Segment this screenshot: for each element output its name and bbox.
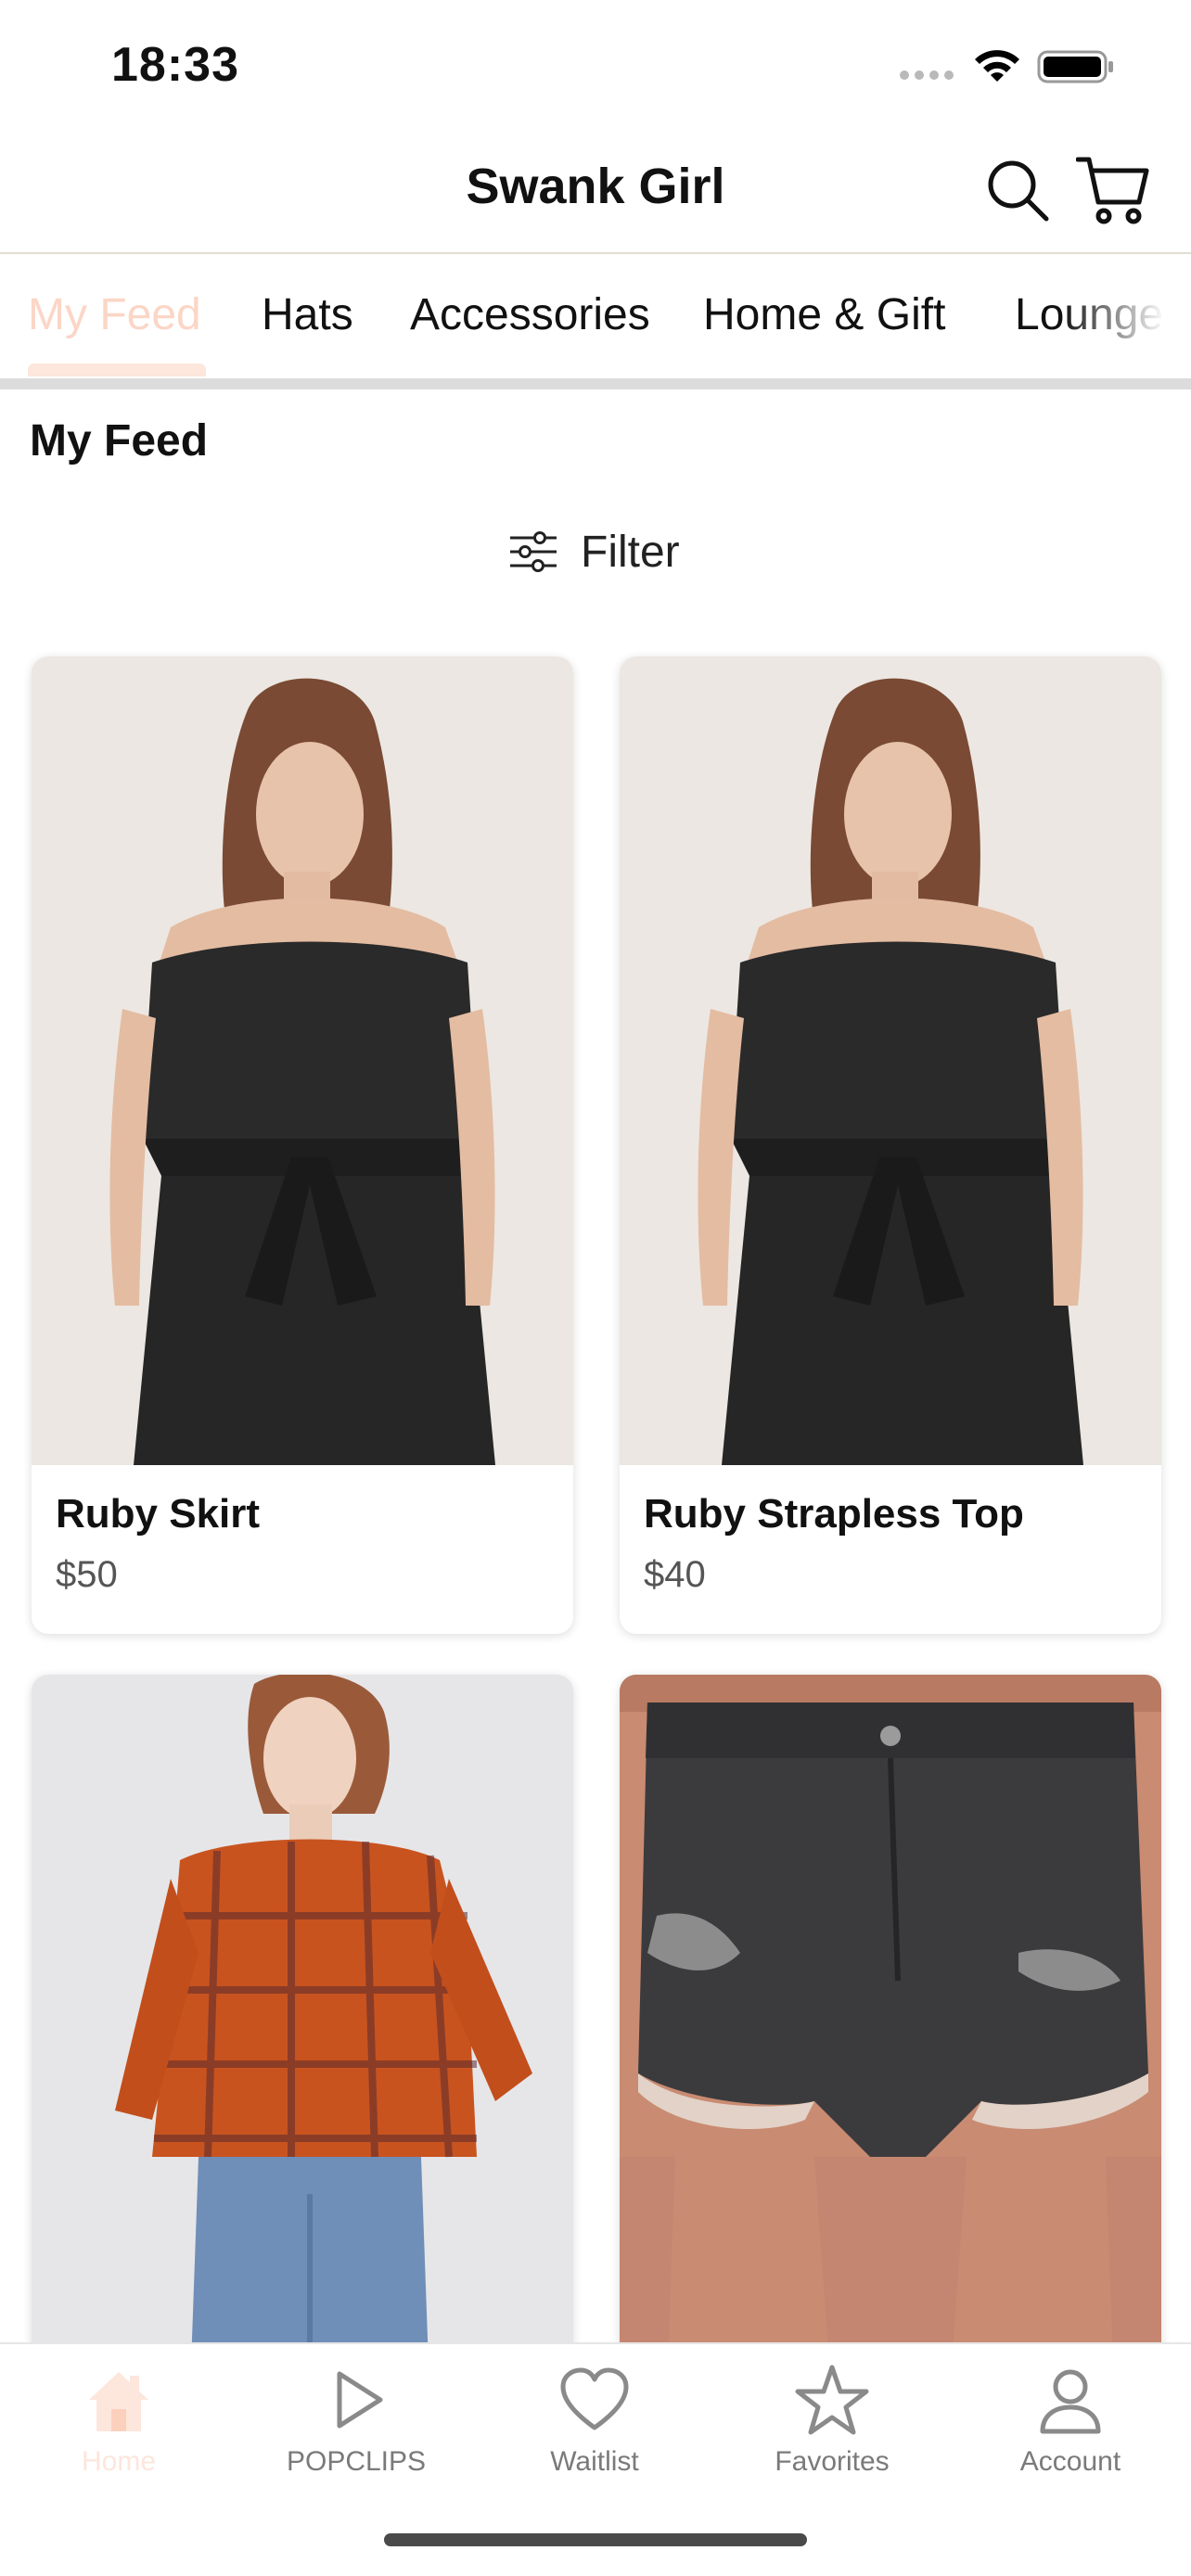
product-info: Ruby Strapless Top $40	[620, 1465, 1161, 1634]
product-card[interactable]: Ruby Strapless Top $40	[620, 657, 1161, 1634]
app-screen: 18:33 Swank Girl My Feed Hats Accessorie…	[0, 0, 1191, 2576]
section-title: My Feed	[30, 416, 209, 465]
product-info: Ruby Skirt $50	[32, 1465, 573, 1634]
status-bar: 18:33	[0, 0, 1191, 130]
category-tabs: My Feed Hats Accessories Home & Gift Lou…	[0, 254, 1191, 378]
battery-icon	[1037, 50, 1113, 83]
cart-icon[interactable]	[1076, 154, 1150, 226]
tab-hats[interactable]: Hats	[262, 289, 353, 340]
search-icon[interactable]	[985, 158, 1050, 223]
tab-accessories[interactable]: Accessories	[410, 289, 650, 340]
product-card[interactable]: Ruby Skirt $50	[32, 657, 573, 1634]
filter-button[interactable]: Filter	[508, 519, 680, 584]
tabbar-label: POPCLIPS	[286, 2446, 427, 2477]
product-card[interactable]	[32, 1675, 573, 2417]
play-icon	[337, 2371, 383, 2429]
sliders-icon	[510, 531, 557, 572]
tabbar-item-home[interactable]: Home	[0, 2363, 237, 2478]
cellular-signal-icon	[900, 70, 954, 80]
person-icon	[1040, 2369, 1101, 2434]
product-image	[32, 1675, 573, 2417]
active-tab-indicator	[28, 363, 206, 376]
star-icon	[795, 2365, 869, 2435]
product-image	[620, 657, 1161, 1465]
tabbar-label: Waitlist	[550, 2446, 639, 2477]
divider	[0, 378, 1191, 389]
tab-home-gift[interactable]: Home & Gift	[703, 289, 945, 340]
status-time: 18:33	[111, 38, 239, 92]
tabbar-item-popclips[interactable]: POPCLIPS	[237, 2363, 475, 2478]
product-price: $50	[56, 1554, 118, 1595]
tabbar-label: Home	[81, 2446, 157, 2477]
tabbar-item-waitlist[interactable]: Waitlist	[476, 2363, 713, 2478]
home-icon	[89, 2372, 148, 2431]
top-header: Swank Girl	[0, 130, 1191, 254]
product-name: Ruby Strapless Top	[644, 1491, 1024, 1537]
product-name: Ruby Skirt	[56, 1491, 261, 1537]
tabbar-item-account[interactable]: Account	[952, 2363, 1189, 2478]
heart-icon	[560, 2367, 629, 2430]
home-indicator[interactable]	[384, 2533, 807, 2546]
tab-my-feed[interactable]: My Feed	[28, 289, 201, 340]
product-image	[620, 1675, 1161, 2417]
tabbar-item-favorites[interactable]: Favorites	[713, 2363, 951, 2478]
tabbar-label: Favorites	[775, 2446, 890, 2477]
wifi-icon	[975, 50, 1019, 82]
filter-label: Filter	[581, 527, 680, 577]
product-card[interactable]	[620, 1675, 1161, 2417]
tabbar-label: Account	[1019, 2446, 1121, 2477]
product-price: $40	[644, 1554, 706, 1595]
product-image	[32, 657, 573, 1465]
